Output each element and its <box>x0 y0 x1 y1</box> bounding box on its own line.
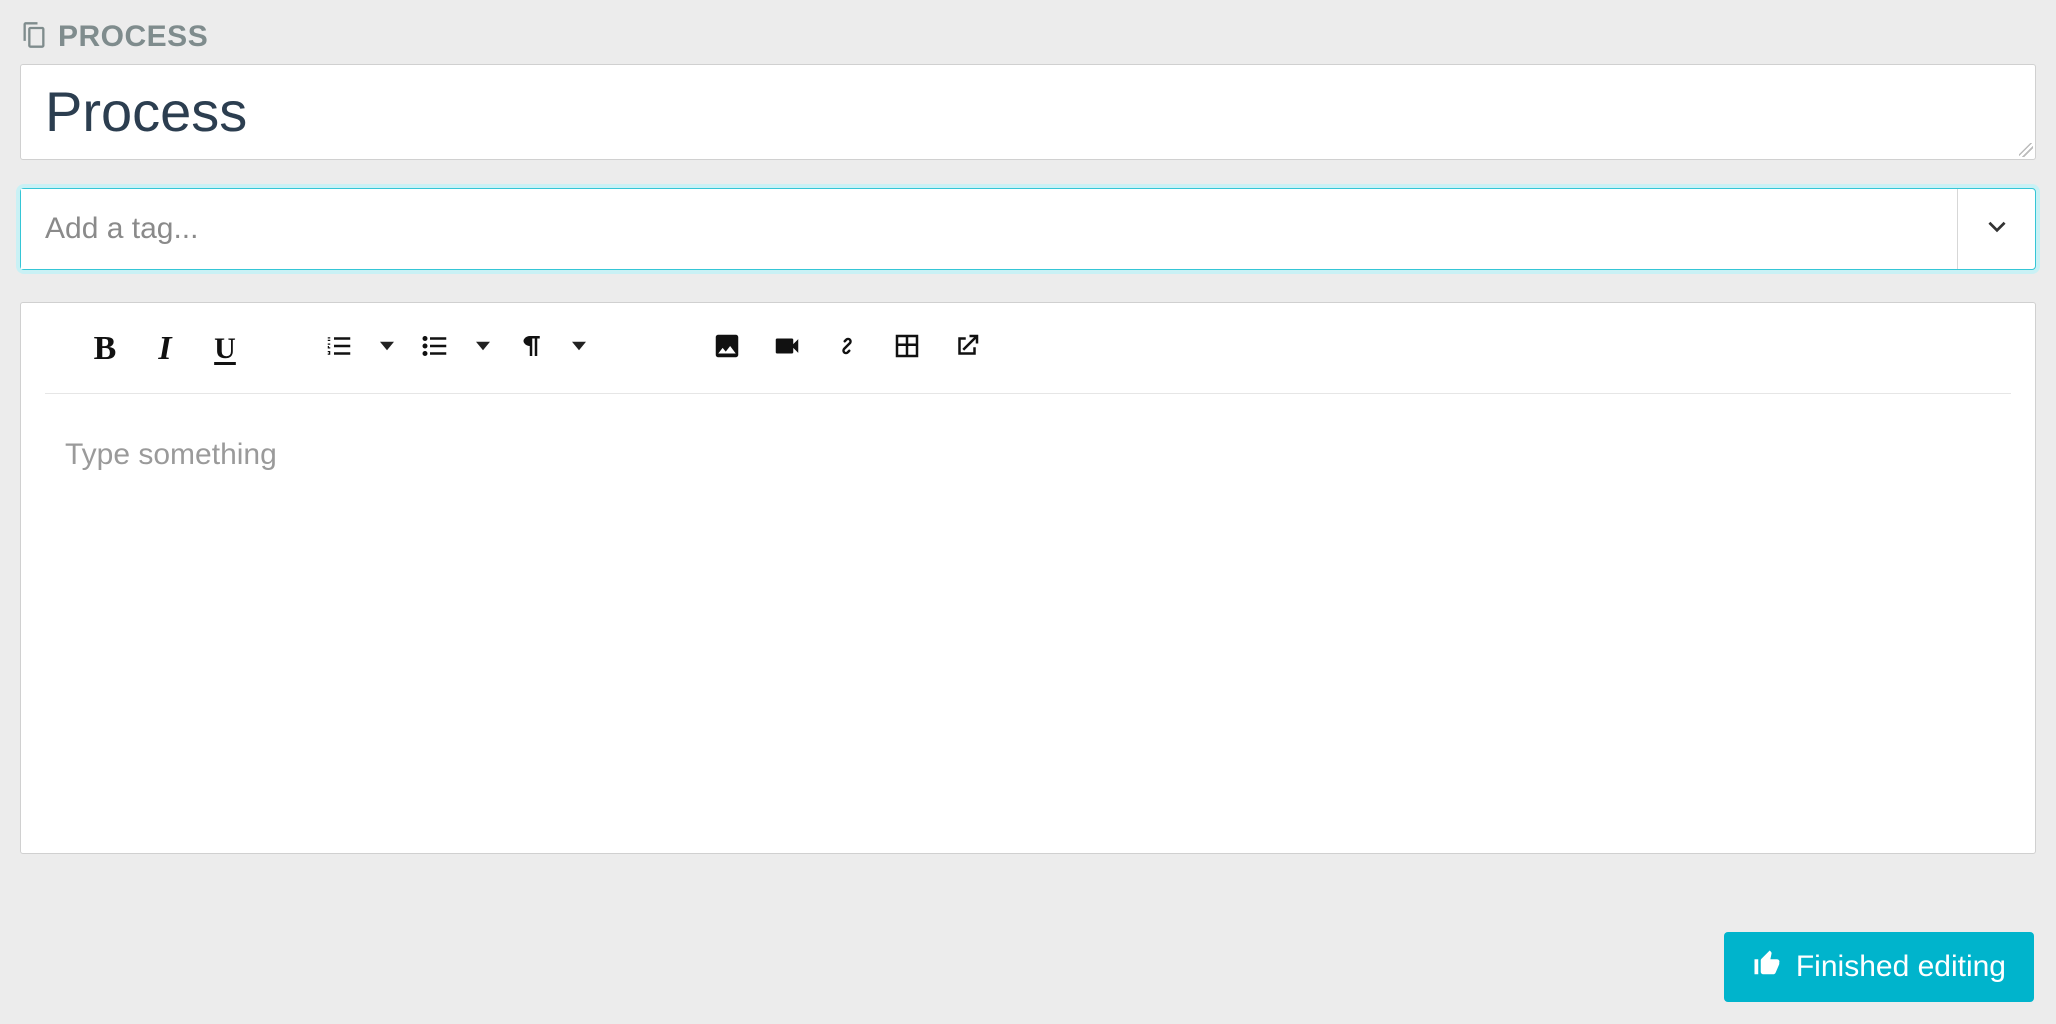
chevron-down-icon <box>1984 213 2010 244</box>
section-header: PROCESS <box>20 20 2036 54</box>
table-icon <box>892 331 922 366</box>
unordered-list-button[interactable] <box>405 327 465 371</box>
section-header-label: PROCESS <box>58 20 208 54</box>
external-link-icon <box>952 331 982 366</box>
pilcrow-icon <box>516 331 546 366</box>
editor-placeholder: Type something <box>65 438 1991 472</box>
link-icon <box>832 331 862 366</box>
copy-icon <box>20 21 48 54</box>
ordered-list-icon <box>324 331 354 366</box>
bold-button[interactable]: B <box>75 327 135 371</box>
editor-content-area[interactable]: Type something <box>45 394 2011 516</box>
italic-icon: I <box>158 330 171 368</box>
thumbs-up-icon <box>1752 948 1782 986</box>
unordered-list-dropdown[interactable] <box>465 339 501 358</box>
finished-editing-button[interactable]: Finished editing <box>1724 932 2034 1002</box>
tag-container <box>20 188 2036 270</box>
editor-toolbar: B I U <box>45 317 2011 394</box>
video-icon <box>772 331 802 366</box>
editor-container: B I U <box>20 302 2036 854</box>
insert-image-button[interactable] <box>697 327 757 371</box>
tag-dropdown-button[interactable] <box>1957 189 2035 269</box>
italic-button[interactable]: I <box>135 327 195 371</box>
paragraph-format-dropdown[interactable] <box>561 339 597 358</box>
insert-table-button[interactable] <box>877 327 937 371</box>
paragraph-format-button[interactable] <box>501 327 561 371</box>
ordered-list-dropdown[interactable] <box>369 339 405 358</box>
caret-down-icon <box>572 339 586 358</box>
title-container <box>20 64 2036 160</box>
ordered-list-button[interactable] <box>309 327 369 371</box>
title-input[interactable] <box>45 81 2011 143</box>
open-external-button[interactable] <box>937 327 997 371</box>
unordered-list-icon <box>420 331 450 366</box>
caret-down-icon <box>380 339 394 358</box>
insert-link-button[interactable] <box>817 327 877 371</box>
finished-editing-label: Finished editing <box>1796 950 2006 984</box>
insert-video-button[interactable] <box>757 327 817 371</box>
image-icon <box>712 331 742 366</box>
bold-icon: B <box>94 330 117 368</box>
tag-input[interactable] <box>21 189 1957 269</box>
caret-down-icon <box>476 339 490 358</box>
underline-icon: U <box>214 332 236 366</box>
underline-button[interactable]: U <box>195 327 255 371</box>
